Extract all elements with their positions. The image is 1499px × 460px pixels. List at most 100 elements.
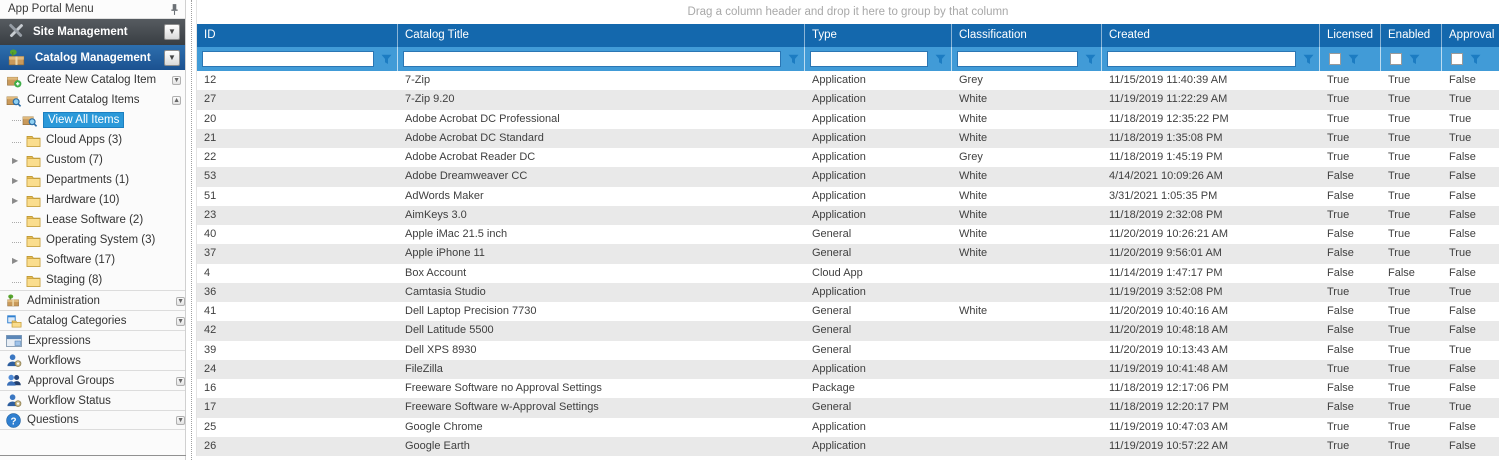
column-header-approval[interactable]: Approval <box>1442 24 1499 47</box>
cell-created: 11/15/2019 11:40:39 AM <box>1102 71 1320 90</box>
splitter-grip[interactable] <box>191 0 192 460</box>
column-header-classification[interactable]: Classification <box>952 24 1102 47</box>
column-header-id[interactable]: ID <box>197 24 398 47</box>
table-row[interactable]: 42Dell Latitude 5500General11/20/2019 10… <box>197 321 1499 340</box>
approval-filter-checkbox[interactable] <box>1451 53 1463 65</box>
column-header-type[interactable]: Type <box>805 24 952 47</box>
table-row[interactable]: 22Adobe Acrobat Reader DCApplicationGrey… <box>197 148 1499 167</box>
approval-funnel-icon[interactable] <box>1470 54 1481 65</box>
sidebar-item-operating-system-3[interactable]: Operating System (3) <box>0 230 185 250</box>
cell-classification: White <box>952 129 1102 148</box>
catalog-title-funnel-icon[interactable] <box>788 54 799 65</box>
sidebar-item-cloud-apps-3[interactable]: Cloud Apps (3) <box>0 130 185 150</box>
classification-filter-input[interactable] <box>957 51 1078 67</box>
cell-classification <box>952 321 1102 340</box>
enabled-funnel-icon[interactable] <box>1409 54 1420 65</box>
table-row[interactable]: 17Freeware Software w-Approval SettingsG… <box>197 398 1499 417</box>
table-row[interactable]: 4Box AccountCloud App11/14/2019 1:47:17 … <box>197 264 1499 283</box>
table-row[interactable]: 21Adobe Acrobat DC StandardApplicationWh… <box>197 129 1499 148</box>
created-filter-input[interactable] <box>1107 51 1296 67</box>
created-funnel-icon[interactable] <box>1303 54 1314 65</box>
sidebar-item-create-new-catalog-item[interactable]: Create New Catalog Item ▼ <box>0 70 185 90</box>
sidebar-splitter[interactable] <box>186 0 197 460</box>
sidebar-item-workflows[interactable]: Workflows <box>0 350 185 370</box>
cell-licensed: False <box>1320 244 1381 263</box>
sidebar-item-catalog-categories[interactable]: Catalog Categories▼ <box>0 310 185 330</box>
sidebar-bottom-divider <box>0 455 186 456</box>
table-row[interactable]: 37Apple iPhone 11GeneralWhite11/20/2019 … <box>197 244 1499 263</box>
cell-licensed: True <box>1320 110 1381 129</box>
cell-created: 11/18/2019 12:35:22 PM <box>1102 110 1320 129</box>
sidebar-item-approval-groups[interactable]: Approval Groups▼ <box>0 370 185 390</box>
column-header-licensed[interactable]: Licensed <box>1320 24 1381 47</box>
sidebar-item-custom-7[interactable]: ▶Custom (7) <box>0 150 185 170</box>
cell-type: General <box>805 321 952 340</box>
catalog-management-dropdown-button[interactable]: ▼ <box>164 50 180 66</box>
enabled-filter-checkbox[interactable] <box>1390 53 1402 65</box>
table-row[interactable]: 277-Zip 9.20ApplicationWhite11/19/2019 1… <box>197 90 1499 109</box>
id-funnel-icon[interactable] <box>381 54 392 65</box>
table-row[interactable]: 23AimKeys 3.0ApplicationWhite11/18/2019 … <box>197 206 1499 225</box>
classification-funnel-icon[interactable] <box>1085 54 1096 65</box>
table-row[interactable]: 41Dell Laptop Precision 7730GeneralWhite… <box>197 302 1499 321</box>
cell-licensed: True <box>1320 418 1381 437</box>
table-row[interactable]: 16Freeware Software no Approval Settings… <box>197 379 1499 398</box>
cell-enabled: True <box>1381 283 1442 302</box>
sidebar-item-questions[interactable]: ?Questions▼ <box>0 410 185 430</box>
cell-enabled: True <box>1381 90 1442 109</box>
sidebar-item-workflow-status[interactable]: Workflow Status <box>0 390 185 410</box>
questions-dropdown-button[interactable]: ▼ <box>176 416 185 425</box>
sidebar-item-staging-8[interactable]: Staging (8) <box>0 270 185 290</box>
sidebar-item-administration[interactable]: Administration▼ <box>0 290 185 310</box>
column-header-created[interactable]: Created <box>1102 24 1320 47</box>
pin-icon[interactable] <box>170 3 179 16</box>
item-label: Create New Catalog Item <box>27 74 156 86</box>
table-row[interactable]: 51AdWords MakerApplicationWhite3/31/2021… <box>197 187 1499 206</box>
type-funnel-icon[interactable] <box>935 54 946 65</box>
cell-classification <box>952 418 1102 437</box>
licensed-filter-checkbox[interactable] <box>1329 53 1341 65</box>
type-filter-input[interactable] <box>810 51 928 67</box>
cell-id: 42 <box>197 321 398 340</box>
table-row[interactable]: 36Camtasia StudioApplication11/19/2019 3… <box>197 283 1499 302</box>
folder-icon <box>26 214 41 227</box>
sidebar-section-site-management[interactable]: Site Management▼ <box>0 19 185 45</box>
table-row[interactable]: 40Apple iMac 21.5 inchGeneralWhite11/20/… <box>197 225 1499 244</box>
sidebar-item-expressions[interactable]: Expressions <box>0 330 185 350</box>
tree-expander-icon[interactable]: ▶ <box>10 176 26 185</box>
catalog-title-filter-input[interactable] <box>403 51 781 67</box>
table-row[interactable]: 25Google ChromeApplication11/19/2019 10:… <box>197 418 1499 437</box>
licensed-funnel-icon[interactable] <box>1348 54 1359 65</box>
cell-created: 11/20/2019 10:48:18 AM <box>1102 321 1320 340</box>
id-filter-input[interactable] <box>202 51 374 67</box>
sidebar-item-software-17[interactable]: ▶Software (17) <box>0 250 185 270</box>
table-row[interactable]: 39Dell XPS 8930General11/20/2019 10:13:4… <box>197 341 1499 360</box>
table-row[interactable]: 20Adobe Acrobat DC ProfessionalApplicati… <box>197 110 1499 129</box>
grid-body: 127-ZipApplicationGrey11/15/2019 11:40:3… <box>197 71 1499 460</box>
item-label: Operating System (3) <box>46 234 155 246</box>
column-header-enabled[interactable]: Enabled <box>1381 24 1442 47</box>
current-catalog-items-dropdown-button[interactable]: ▲ <box>172 96 181 105</box>
create-new-catalog-item-dropdown-button[interactable]: ▼ <box>172 76 181 85</box>
sidebar-item-departments-1[interactable]: ▶Departments (1) <box>0 170 185 190</box>
sidebar-item-lease-software-2[interactable]: Lease Software (2) <box>0 210 185 230</box>
cell-id: 12 <box>197 71 398 90</box>
tree-expander-icon[interactable]: ▶ <box>10 156 26 165</box>
sidebar-item-view-all-items[interactable]: View All Items <box>0 110 185 130</box>
cell-approval: True <box>1442 110 1499 129</box>
approval-groups-dropdown-button[interactable]: ▼ <box>176 377 185 386</box>
sidebar-item-hardware-10[interactable]: ▶Hardware (10) <box>0 190 185 210</box>
site-management-dropdown-button[interactable]: ▼ <box>164 24 180 40</box>
sidebar-section-catalog-management[interactable]: Catalog Management▼ <box>0 45 185 70</box>
column-header-catalog-title[interactable]: Catalog Title <box>398 24 805 47</box>
tree-expander-icon[interactable]: ▶ <box>10 196 26 205</box>
administration-dropdown-button[interactable]: ▼ <box>176 297 185 306</box>
table-row[interactable]: 127-ZipApplicationGrey11/15/2019 11:40:3… <box>197 71 1499 90</box>
table-row[interactable]: 24FileZillaApplication11/19/2019 10:41:4… <box>197 360 1499 379</box>
catalog-categories-dropdown-button[interactable]: ▼ <box>176 317 185 326</box>
table-row[interactable]: 26Google EarthApplication11/19/2019 10:5… <box>197 437 1499 456</box>
tree-expander-icon[interactable]: ▶ <box>10 256 26 265</box>
cell-catalog-title: Adobe Acrobat DC Standard <box>398 129 805 148</box>
table-row[interactable]: 53Adobe Dreamweaver CCApplicationWhite4/… <box>197 167 1499 186</box>
sidebar-item-current-catalog-items[interactable]: Current Catalog Items▲ <box>0 90 185 110</box>
